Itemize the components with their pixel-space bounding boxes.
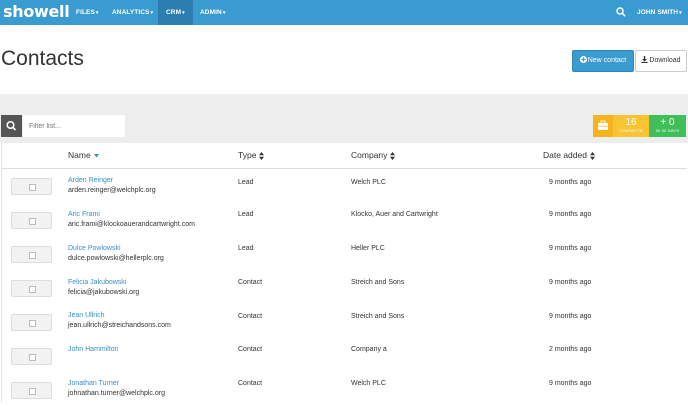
row-select-checkbox[interactable] — [11, 178, 52, 195]
download-button[interactable]: Download — [635, 50, 687, 72]
caret-down-icon: ▾ — [182, 10, 185, 16]
table-row[interactable]: Jean Ullrich jean.ullrich@streichandsons… — [0, 305, 688, 339]
contact-email: dulce.powlowski@hellerplc.org — [68, 255, 164, 262]
caret-down-icon: ▾ — [95, 10, 99, 16]
column-header-date-added[interactable]: Date added — [543, 150, 595, 161]
caret-down-icon: ▾ — [150, 10, 154, 16]
column-header-name[interactable]: Name — [68, 150, 99, 161]
contact-name-link[interactable]: John Hammilton — [68, 345, 119, 354]
contacts-stat-icon-box — [593, 115, 613, 137]
contact-email: johnathan.turner@welchplc.org — [68, 390, 165, 397]
contacts-count-label: CONTACTS — [619, 128, 643, 133]
download-icon — [641, 56, 649, 63]
contact-date-added: 9 months ago — [549, 245, 592, 252]
filter-input[interactable] — [23, 115, 125, 137]
new-contacts-count: + 0 — [660, 117, 675, 128]
row-select-checkbox[interactable] — [11, 314, 52, 331]
new-contact-button[interactable]: New contact — [572, 50, 634, 72]
user-menu[interactable]: JOHN SMITH▾ — [637, 0, 682, 25]
column-header-company[interactable]: Company — [351, 150, 396, 161]
contact-type: Contact — [238, 346, 263, 353]
nav-crm[interactable]: CRM▾ — [158, 0, 193, 25]
nav-admin[interactable]: ADMIN▾ — [200, 0, 225, 25]
table-row[interactable]: Jonathan Turner johnathan.turner@welchpl… — [0, 373, 688, 407]
plus-circle-icon — [579, 56, 587, 63]
contact-email: felicia@jakubowski.org — [68, 289, 140, 296]
row-select-checkbox[interactable] — [11, 348, 52, 365]
contact-name-link[interactable]: Jonathan Turner — [68, 379, 119, 388]
sort-icon — [259, 151, 265, 160]
nav-files[interactable]: FILES▾ — [76, 0, 99, 25]
contact-company: Welch PLC — [351, 179, 386, 186]
table-row[interactable]: Arden Reinger arden.reinger@welchplc.org… — [0, 169, 688, 203]
new-contacts-stat[interactable]: + 0 IN 30 DAYS — [649, 115, 686, 137]
caret-down-icon: ▾ — [679, 10, 682, 16]
contact-type: Contact — [238, 380, 263, 387]
contact-name-link[interactable]: Jean Ullrich — [68, 311, 105, 320]
contact-type: Lead — [238, 211, 254, 218]
contact-company: Streich and Sons — [351, 279, 405, 286]
contacts-count-stat[interactable]: 16 CONTACTS — [613, 115, 649, 137]
column-header-type[interactable]: Type — [238, 150, 265, 161]
contact-email: arden.reinger@welchplc.org — [68, 187, 156, 194]
briefcase-icon — [598, 120, 608, 130]
contact-type: Lead — [238, 179, 254, 186]
table-row[interactable]: Dulce Powlowski dulce.powlowski@hellerpl… — [0, 237, 688, 271]
contact-company: Streich and Sons — [351, 313, 405, 320]
new-contacts-label: IN 30 DAYS — [655, 128, 680, 133]
contact-name-link[interactable]: Dulce Powlowski — [68, 244, 121, 253]
contact-date-added: 9 months ago — [549, 380, 592, 387]
contact-date-added: 9 months ago — [549, 179, 592, 186]
contact-company: Welch PLC — [351, 380, 386, 387]
showell-logo[interactable]: showell — [3, 3, 70, 21]
contact-company: Company a — [351, 346, 387, 353]
contact-date-added: 9 months ago — [549, 211, 592, 218]
search-icon — [6, 120, 17, 131]
contact-name-link[interactable]: Aric Frami — [68, 210, 100, 219]
top-navbar: showell FILES▾ ANALYTICS▾ CRM▾ ADMIN▾ JO… — [0, 0, 688, 25]
nav-analytics[interactable]: ANALYTICS▾ — [112, 0, 153, 25]
row-select-checkbox[interactable] — [11, 382, 52, 399]
table-row[interactable]: Felicia Jakubowski felicia@jakubowski.or… — [0, 271, 688, 305]
sort-desc-icon — [93, 153, 99, 158]
table-row[interactable]: John Hammilton Contact Company a 2 month… — [0, 339, 688, 373]
row-select-checkbox[interactable] — [11, 212, 52, 229]
contact-company: Heller PLC — [351, 245, 385, 252]
row-select-checkbox[interactable] — [11, 246, 52, 263]
contacts-count: 16 — [625, 117, 637, 128]
contact-date-added: 2 months ago — [549, 346, 592, 353]
search-icon[interactable] — [616, 7, 626, 17]
sort-icon — [390, 151, 396, 160]
contact-name-link[interactable]: Arden Reinger — [68, 176, 113, 185]
contact-name-link[interactable]: Felicia Jakubowski — [68, 278, 126, 287]
sort-icon — [589, 151, 595, 160]
table-row[interactable]: Aric Frami aric.frami@klockoauerandcartw… — [0, 203, 688, 237]
contact-type: Lead — [238, 245, 254, 252]
row-select-checkbox[interactable] — [11, 280, 52, 297]
contact-email: aric.frami@klockoauerandcartwright.com — [68, 221, 195, 228]
contact-date-added: 9 months ago — [549, 279, 592, 286]
contact-company: Klocko, Auer and Cartwright — [351, 211, 438, 218]
page-title: Contacts — [1, 47, 84, 70]
contact-type: Contact — [238, 279, 263, 286]
filter-search-button[interactable] — [1, 115, 22, 137]
caret-down-icon: ▾ — [222, 10, 226, 16]
contact-date-added: 9 months ago — [549, 313, 592, 320]
contact-type: Contact — [238, 313, 263, 320]
contact-email: jean.ullrich@streichandsons.com — [68, 322, 171, 329]
